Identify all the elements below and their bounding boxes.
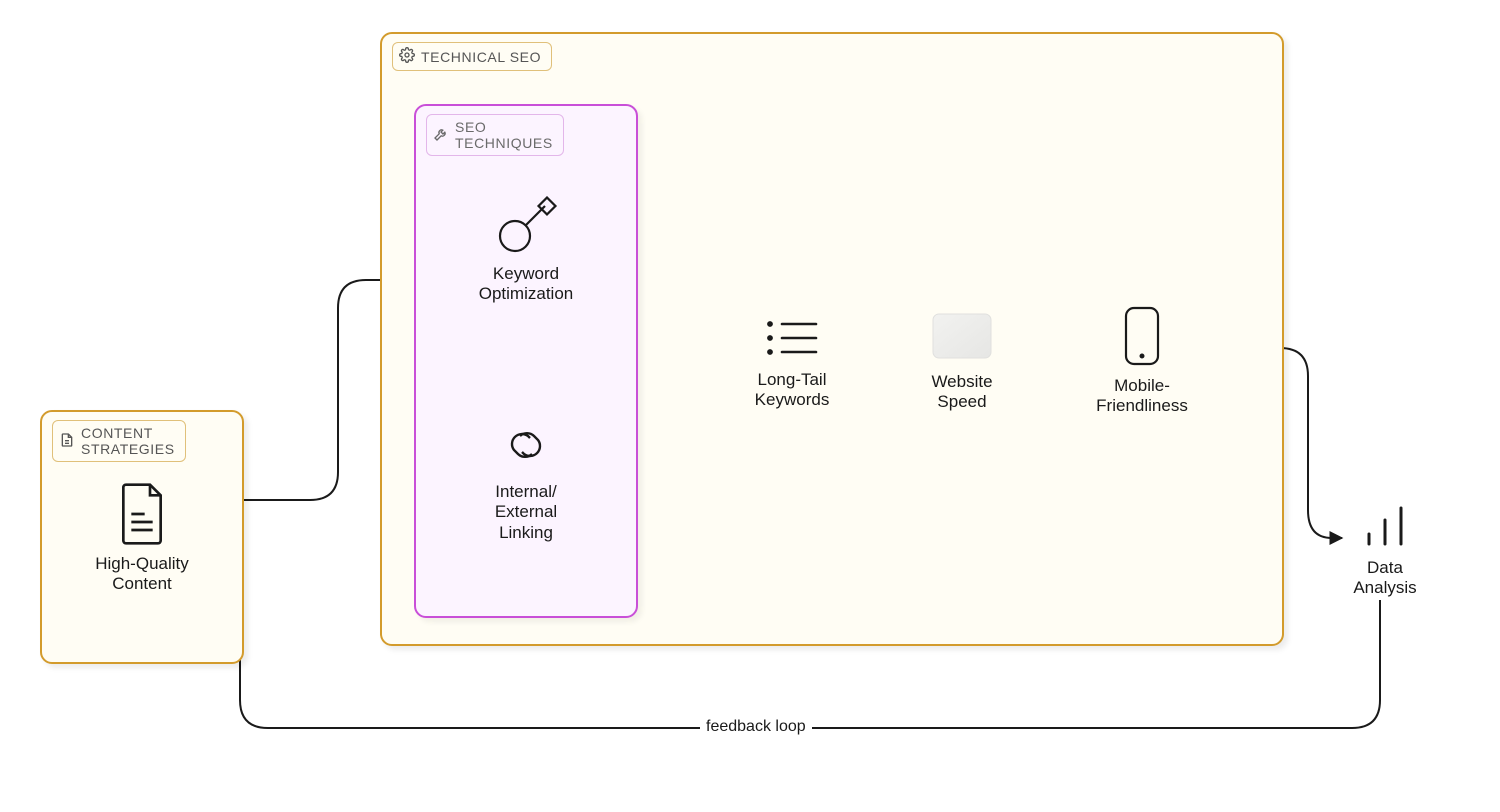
- node-long-tail-keywords: Long-Tail Keywords: [727, 314, 857, 411]
- diagram-canvas: CONTENT STRATEGIES High-Quality Content: [0, 0, 1500, 812]
- wrench-icon: [433, 126, 449, 145]
- node-website-speed: Website Speed: [902, 308, 1022, 413]
- group-technical-seo: TECHNICAL SEO SEO TECHNIQUES: [380, 32, 1284, 646]
- group-label: CONTENT STRATEGIES: [81, 425, 175, 457]
- gear-icon: [399, 47, 415, 66]
- bar-chart-icon: [1330, 500, 1440, 550]
- node-label: Keyword Optimization: [456, 264, 596, 305]
- mobile-icon: [1072, 304, 1212, 368]
- group-label: TECHNICAL SEO: [421, 49, 541, 65]
- node-label: Internal/ External Linking: [456, 482, 596, 543]
- node-label: Long-Tail Keywords: [727, 370, 857, 411]
- node-label: Mobile- Friendliness: [1072, 376, 1212, 417]
- node-label: Data Analysis: [1330, 558, 1440, 599]
- group-label: SEO TECHNIQUES: [455, 119, 553, 151]
- group-content-strategies: CONTENT STRATEGIES High-Quality Content: [40, 410, 244, 664]
- link-icon: [456, 416, 596, 474]
- key-icon: [456, 196, 596, 256]
- group-title-content-strategies: CONTENT STRATEGIES: [52, 420, 186, 462]
- node-mobile-friendliness: Mobile- Friendliness: [1072, 304, 1212, 417]
- node-linking: Internal/ External Linking: [456, 416, 596, 543]
- group-title-technical-seo: TECHNICAL SEO: [392, 42, 552, 71]
- speed-icon: [902, 308, 1022, 364]
- edge-label-feedback: feedback loop: [700, 718, 812, 736]
- node-keyword-optimization: Keyword Optimization: [456, 196, 596, 305]
- node-high-quality-content: High-Quality Content: [82, 482, 202, 595]
- document-icon: [59, 432, 75, 451]
- node-data-analysis: Data Analysis: [1330, 500, 1440, 599]
- group-seo-techniques: SEO TECHNIQUES Keyword Optimization: [414, 104, 638, 618]
- list-icon: [727, 314, 857, 362]
- document-icon: [82, 482, 202, 546]
- node-label: High-Quality Content: [82, 554, 202, 595]
- node-label: Website Speed: [902, 372, 1022, 413]
- group-title-seo-techniques: SEO TECHNIQUES: [426, 114, 564, 156]
